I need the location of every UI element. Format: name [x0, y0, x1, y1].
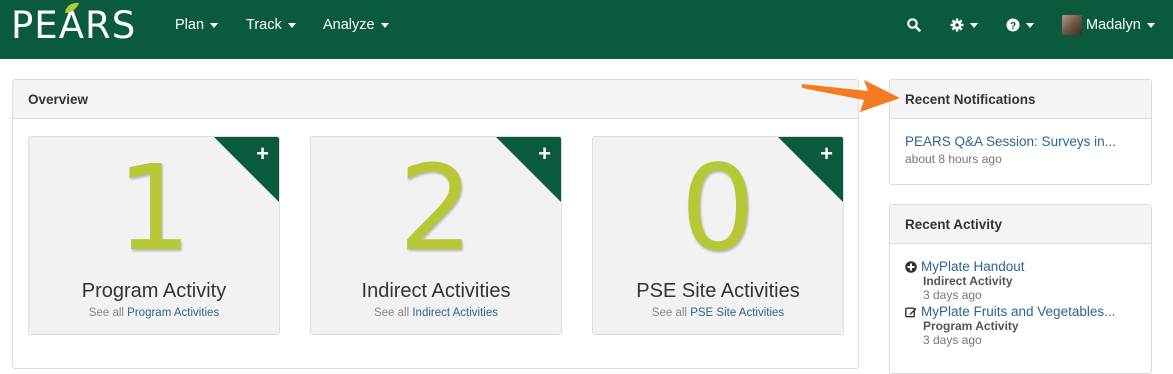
see-all-program-activities-link[interactable]: Program Activities	[127, 307, 219, 319]
nav-analyze-menu[interactable]: Analyze	[323, 0, 389, 50]
card-title: PSE Site Activities	[636, 280, 800, 302]
program-activity-count: 1	[116, 139, 192, 277]
see-all-pse-site-activities-link[interactable]: PSE Site Activities	[690, 307, 784, 319]
activity-link[interactable]: MyPlate Fruits and Vegetables...	[921, 304, 1126, 319]
see-all-text: See all	[651, 307, 687, 319]
activity-type: Program Activity	[923, 319, 1019, 333]
indirect-activities-card: + 2 Indirect Activities See all Indirect…	[310, 136, 562, 335]
see-all-indirect-activities-link[interactable]: Indirect Activities	[412, 307, 498, 319]
nav-plan-label: Plan	[175, 17, 205, 33]
activity-item: MyPlate Handout	[905, 259, 1136, 274]
card-see-all: See all Program Activities	[29, 307, 279, 319]
recent-notifications-title: Recent Notifications	[890, 80, 1151, 119]
pears-logo[interactable]: PEARS	[11, 2, 136, 46]
card-title: Indirect Activities	[361, 280, 511, 302]
orange-arrow-icon	[802, 80, 900, 112]
recent-activity-panel: Recent Activity MyPlate Handout Indirect…	[889, 204, 1152, 374]
indirect-activities-count: 2	[398, 139, 474, 277]
notification-time: about 8 hours ago	[905, 152, 1002, 166]
leaf-icon	[65, 2, 79, 13]
notification-link[interactable]: PEARS Q&A Session: Surveys in...	[905, 134, 1136, 149]
recent-activity-title: Recent Activity	[890, 205, 1151, 244]
top-navbar: PEARS Plan Track Analyze ? Madalyn	[0, 0, 1173, 59]
recent-notifications-panel: Recent Notifications PEARS Q&A Session: …	[889, 79, 1152, 185]
caret-down-icon	[1026, 23, 1034, 28]
nav-track-label: Track	[246, 17, 282, 33]
see-all-text: See all	[373, 307, 410, 319]
nav-plan-menu[interactable]: Plan	[175, 0, 219, 50]
search-button[interactable]	[907, 0, 921, 50]
gear-icon	[950, 18, 964, 32]
caret-down-icon	[1146, 23, 1155, 28]
caret-down-icon	[380, 23, 389, 28]
pse-site-activities-count: 0	[680, 139, 756, 277]
program-activity-card: + 1 Program Activity See all Program Act…	[28, 136, 280, 335]
caret-down-icon	[287, 23, 296, 28]
svg-text:?: ?	[1010, 21, 1016, 32]
see-all-text: See all	[88, 307, 124, 319]
caret-down-icon	[210, 23, 219, 28]
pse-site-activities-card: + 0 PSE Site Activities See all PSE Site…	[592, 136, 844, 335]
nav-track-menu[interactable]: Track	[246, 0, 296, 50]
settings-menu[interactable]	[950, 0, 978, 50]
user-name: Madalyn	[1086, 17, 1141, 33]
avatar	[1062, 15, 1082, 35]
card-see-all: See all PSE Site Activities	[593, 307, 843, 319]
notification-item: PEARS Q&A Session: Surveys in... about 8…	[890, 119, 1151, 166]
card-title: Program Activity	[81, 280, 227, 302]
overview-panel: Overview + 1 Program Activity See all Pr…	[12, 79, 859, 369]
activity-time: 3 days ago	[923, 333, 982, 347]
caret-down-icon	[970, 23, 978, 28]
overview-title: Overview	[13, 80, 858, 119]
plus-circle-icon	[905, 261, 917, 273]
help-icon: ?	[1006, 18, 1020, 32]
edit-icon	[905, 307, 917, 318]
activity-item: MyPlate Fruits and Vegetables...	[905, 304, 1136, 319]
help-menu[interactable]: ?	[1006, 0, 1034, 50]
activity-link[interactable]: MyPlate Handout	[921, 259, 1136, 274]
card-see-all: See all Indirect Activities	[311, 307, 561, 319]
search-icon	[907, 18, 921, 32]
user-menu[interactable]: Madalyn	[1062, 0, 1155, 50]
nav-analyze-label: Analyze	[323, 17, 375, 33]
activity-type: Indirect Activity	[923, 274, 1013, 288]
activity-time: 3 days ago	[923, 288, 982, 302]
